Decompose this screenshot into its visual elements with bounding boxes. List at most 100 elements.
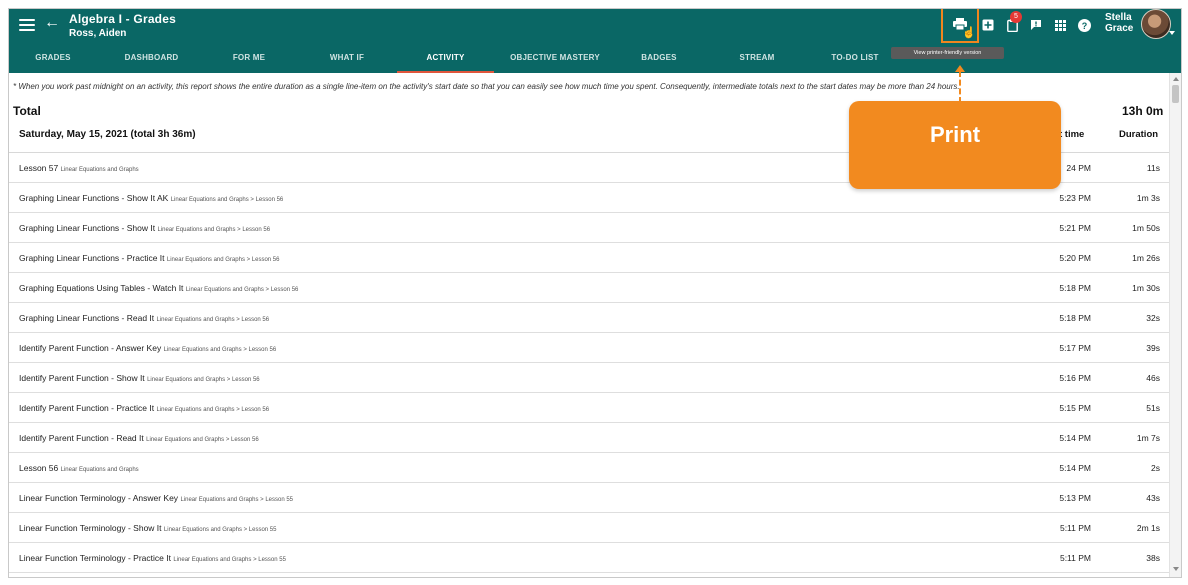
activity-title[interactable]: Linear Function Terminology - Answer Key bbox=[19, 493, 178, 503]
scroll-thumb[interactable] bbox=[1172, 85, 1179, 103]
start-time: 5:15 PM bbox=[1059, 403, 1091, 413]
activity-title[interactable]: Graphing Linear Functions - Read It bbox=[19, 313, 154, 323]
activity-path: Linear Equations and Graphs > Lesson 56 bbox=[166, 257, 280, 263]
start-time: 5:20 PM bbox=[1059, 253, 1091, 263]
activity-title[interactable]: Graphing Linear Functions - Practice It bbox=[19, 253, 165, 263]
vertical-scrollbar[interactable] bbox=[1169, 73, 1181, 577]
table-row[interactable]: Linear Function Terminology - Practice I… bbox=[9, 543, 1169, 573]
tab-stream[interactable]: STREAM bbox=[717, 53, 797, 73]
table-row[interactable]: Graphing Equations Using Tables - Watch … bbox=[9, 273, 1169, 303]
table-row[interactable]: Graphing Linear Functions - Read It Line… bbox=[9, 303, 1169, 333]
activity-title[interactable]: Linear Function Terminology - Practice I… bbox=[19, 553, 171, 563]
top-app-bar: ← Algebra I - Grades Ross, Aiden ☝ 5 ? S… bbox=[9, 9, 1181, 73]
print-callout: Print bbox=[849, 101, 1061, 189]
tab-objective-mastery[interactable]: OBJECTIVE MASTERY bbox=[505, 53, 605, 73]
activity-title[interactable]: Graphing Equations Using Tables - Watch … bbox=[19, 283, 183, 293]
apps-grid-icon[interactable] bbox=[1051, 16, 1069, 34]
callout-connector bbox=[959, 71, 961, 103]
activity-title[interactable]: Graphing Linear Functions - Show It bbox=[19, 223, 155, 233]
tab-activity[interactable]: ACTIVITY bbox=[397, 53, 494, 73]
notification-badge: 5 bbox=[1010, 11, 1022, 23]
table-row[interactable]: Identify Parent Function - Show It Linea… bbox=[9, 363, 1169, 393]
activity-path: Linear Equations and Graphs > Lesson 56 bbox=[147, 377, 260, 383]
duration: 11s bbox=[1146, 163, 1160, 173]
start-time: 5:14 PM bbox=[1059, 463, 1091, 473]
activity-title[interactable]: Lesson 56 bbox=[19, 463, 58, 473]
menu-icon[interactable] bbox=[19, 19, 35, 31]
activity-title[interactable]: Linear Function Terminology - Show It bbox=[19, 523, 162, 533]
duration: 32s bbox=[1146, 313, 1160, 323]
duration: 46s bbox=[1146, 373, 1160, 383]
activity-path: Linear Equations and Graphs > Lesson 56 bbox=[156, 317, 270, 323]
scroll-up-arrow-icon[interactable] bbox=[1173, 77, 1179, 81]
start-time: 5:11 PM bbox=[1059, 523, 1091, 533]
activity-title[interactable]: Lesson 57 bbox=[19, 163, 58, 173]
table-row[interactable]: Graphing Linear Functions - Show It Line… bbox=[9, 213, 1169, 243]
duration: 43s bbox=[1146, 493, 1160, 503]
tab-for-me[interactable]: FOR ME bbox=[209, 53, 289, 73]
day-heading: Saturday, May 15, 2021 (total 3h 36m) bbox=[19, 129, 196, 140]
add-box-icon[interactable] bbox=[979, 16, 997, 34]
table-row[interactable]: Identify Parent Function - Read It Linea… bbox=[9, 423, 1169, 453]
activity-title[interactable]: Identify Parent Function - Read It bbox=[19, 433, 144, 443]
activity-title[interactable]: Identify Parent Function - Show It bbox=[19, 373, 145, 383]
activity-path: Linear Equations and Graphs > Lesson 56 bbox=[146, 437, 259, 443]
table-row[interactable]: Linear Function Terminology - Answer Key… bbox=[9, 483, 1169, 513]
feedback-icon[interactable] bbox=[1027, 16, 1045, 34]
total-value: 13h 0m bbox=[1122, 104, 1164, 118]
start-time: 5:23 PM bbox=[1059, 193, 1091, 203]
activity-path: Linear Equations and Graphs > Lesson 56 bbox=[157, 227, 271, 233]
page-title: Algebra I - Grades bbox=[69, 12, 176, 26]
table-row[interactable]: Linear Function Terminology - Show It Li… bbox=[9, 513, 1169, 543]
duration: 1m 50s bbox=[1132, 223, 1160, 233]
tab-grades[interactable]: GRADES bbox=[13, 53, 93, 73]
column-header-duration: Duration bbox=[1119, 129, 1159, 140]
table-row[interactable]: Graphing Linear Functions - Practice It … bbox=[9, 243, 1169, 273]
avatar[interactable] bbox=[1141, 9, 1171, 39]
tab-dashboard[interactable]: DASHBOARD bbox=[109, 53, 194, 73]
tab-badges[interactable]: BADGES bbox=[619, 53, 699, 73]
activity-title[interactable]: Identify Parent Function - Answer Key bbox=[19, 343, 161, 353]
duration: 1m 26s bbox=[1132, 253, 1160, 263]
activity-path: Linear Equations and Graphs > Lesson 56 bbox=[163, 347, 277, 353]
start-time: 5:18 PM bbox=[1059, 313, 1091, 323]
midnight-note: * When you work past midnight on an acti… bbox=[13, 82, 960, 91]
tab-to-do-list[interactable]: TO-DO LIST bbox=[815, 53, 895, 73]
activity-path: Linear Equations and Graphs > Lesson 56 bbox=[185, 287, 299, 293]
user-last-name: Grace bbox=[1105, 23, 1134, 34]
duration: 51s bbox=[1146, 403, 1160, 413]
activity-title[interactable]: Graphing Linear Functions - Show It AK bbox=[19, 193, 168, 203]
app-window: ← Algebra I - Grades Ross, Aiden ☝ 5 ? S… bbox=[0, 0, 1188, 585]
print-button[interactable]: ☝ bbox=[941, 9, 979, 43]
duration: 1m 7s bbox=[1136, 433, 1160, 443]
start-time: 5:21 PM bbox=[1059, 223, 1091, 233]
duration: 2m 1s bbox=[1136, 523, 1160, 533]
activity-title[interactable]: Identify Parent Function - Practice It bbox=[19, 403, 154, 413]
chevron-down-icon[interactable] bbox=[1169, 31, 1175, 35]
user-name[interactable]: Stella Grace bbox=[1105, 12, 1133, 34]
student-name: Ross, Aiden bbox=[69, 28, 127, 39]
activity-path: Linear Equations and Graphs bbox=[60, 167, 139, 173]
table-row[interactable]: Identify Parent Function - Practice It L… bbox=[9, 393, 1169, 423]
start-time: 5:13 PM bbox=[1059, 493, 1091, 503]
activity-path: Linear Equations and Graphs > Lesson 55 bbox=[173, 557, 286, 563]
duration: 38s bbox=[1146, 553, 1160, 563]
table-row[interactable]: Lesson 56 Linear Equations and Graphs 5:1… bbox=[9, 453, 1169, 483]
start-time: 5:16 PM bbox=[1059, 373, 1091, 383]
grades-frame: ← Algebra I - Grades Ross, Aiden ☝ 5 ? S… bbox=[8, 8, 1182, 578]
print-tooltip: View printer-friendly version bbox=[891, 47, 1004, 59]
duration: 39s bbox=[1146, 343, 1160, 353]
activity-path: Linear Equations and Graphs > Lesson 56 bbox=[170, 197, 284, 203]
help-icon[interactable]: ? bbox=[1075, 16, 1093, 34]
start-time: 5:18 PM bbox=[1059, 283, 1091, 293]
back-arrow-icon[interactable]: ← bbox=[44, 15, 60, 31]
duration: 1m 3s bbox=[1136, 193, 1160, 203]
table-row[interactable]: Identify Parent Function - Answer Key Li… bbox=[9, 333, 1169, 363]
activity-path: Linear Equations and Graphs bbox=[60, 467, 139, 473]
tab-what-if[interactable]: WHAT IF bbox=[307, 53, 387, 73]
scroll-down-arrow-icon[interactable] bbox=[1173, 567, 1179, 571]
duration: 2s bbox=[1151, 463, 1160, 473]
active-tab-indicator bbox=[397, 71, 494, 73]
activity-path: Linear Equations and Graphs > Lesson 55 bbox=[163, 527, 277, 533]
svg-text:?: ? bbox=[1081, 21, 1087, 31]
